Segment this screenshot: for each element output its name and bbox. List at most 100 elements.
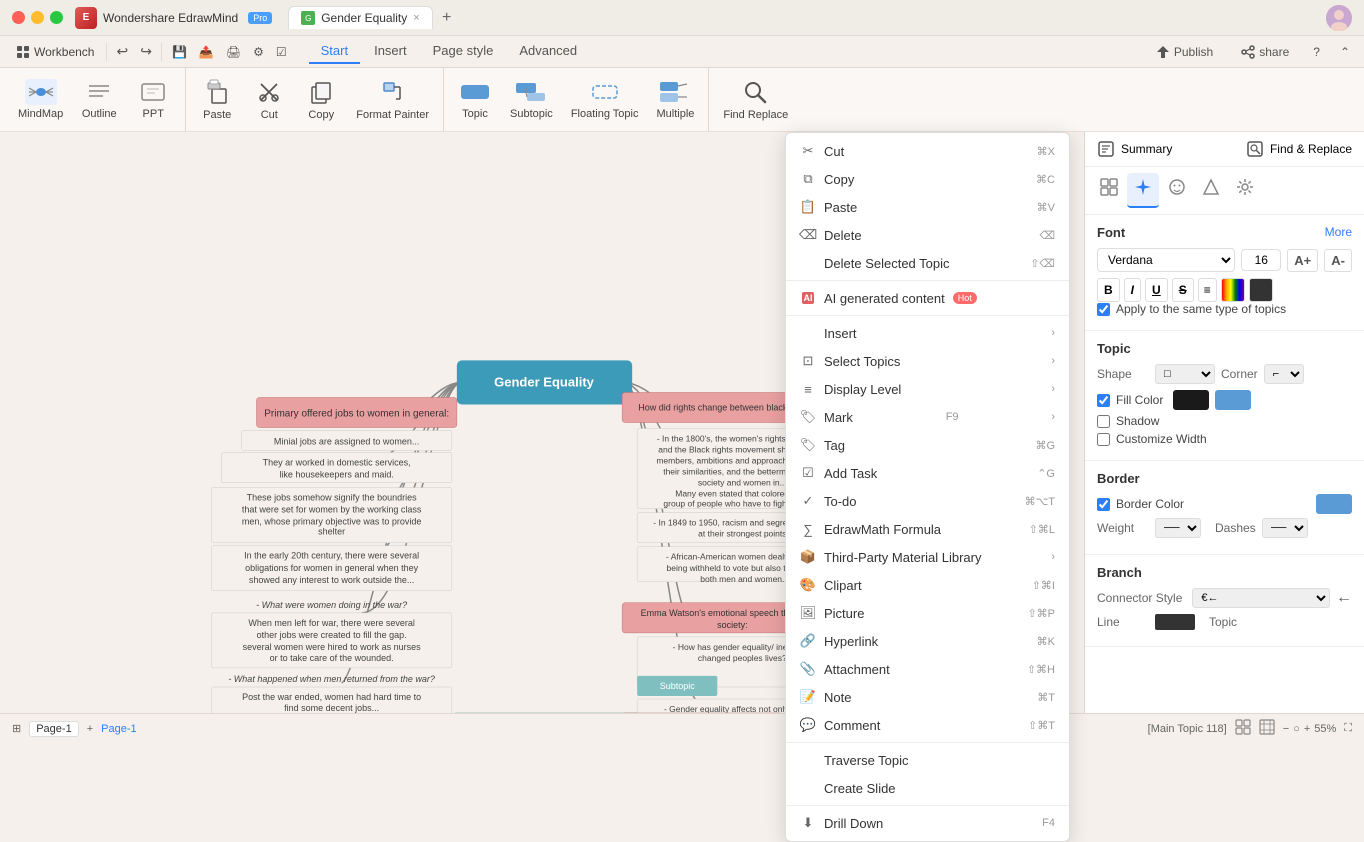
fill-color-blue-swatch[interactable] xyxy=(1215,390,1251,410)
menu-item-todo[interactable]: ✓ To-do ⌘⌥T xyxy=(786,487,1069,515)
panel-tab-shape[interactable] xyxy=(1195,173,1227,208)
menu-item-paste[interactable]: 📋 Paste ⌘V xyxy=(786,193,1069,221)
ppt-view-button[interactable]: PPT xyxy=(127,73,179,126)
workbench-button[interactable]: Workbench xyxy=(8,41,102,63)
tab-page-style[interactable]: Page style xyxy=(421,39,506,64)
menu-item-add-task[interactable]: ☑ Add Task ⌃G xyxy=(786,459,1069,487)
connector-style-select[interactable]: €← xyxy=(1192,588,1330,608)
tab-close-button[interactable]: × xyxy=(413,12,419,24)
border-color-checkbox[interactable] xyxy=(1097,498,1110,511)
menu-item-picture[interactable]: 🖼 Picture ⇧⌘P xyxy=(786,599,1069,627)
align-button[interactable]: ≡ xyxy=(1198,278,1217,302)
menu-item-delete-selected[interactable]: Delete Selected Topic ⇧⌫ xyxy=(786,249,1069,277)
panel-tab-sparkle[interactable] xyxy=(1127,173,1159,208)
menu-item-create-slide[interactable]: Create Slide xyxy=(786,774,1069,802)
new-tab-button[interactable]: + xyxy=(435,6,459,30)
publish-button[interactable]: Publish xyxy=(1146,41,1223,63)
help-button[interactable]: ? xyxy=(1307,42,1326,62)
undo-button[interactable]: ↩ xyxy=(111,40,133,63)
copy-button[interactable]: Copy xyxy=(296,73,346,127)
outline-view-button[interactable]: Outline xyxy=(73,73,125,126)
menu-item-clipart[interactable]: 🎨 Clipart ⇧⌘I xyxy=(786,571,1069,599)
format-painter-button[interactable]: Format Painter xyxy=(348,73,437,127)
paste-button[interactable]: Paste xyxy=(192,73,242,127)
panel-tab-settings[interactable] xyxy=(1229,173,1261,208)
corner-select[interactable]: ⌐ xyxy=(1264,364,1304,384)
zoom-minus-button[interactable]: − xyxy=(1283,723,1289,735)
add-page-button[interactable]: + xyxy=(87,723,93,735)
underline-button[interactable]: U xyxy=(1145,278,1168,302)
menu-item-ai[interactable]: AI AI generated content Hot xyxy=(786,284,1069,312)
panel-tab-layout[interactable] xyxy=(1093,173,1125,208)
menu-item-insert[interactable]: Insert › xyxy=(786,319,1069,347)
print-button[interactable]: 🖨 xyxy=(220,42,247,62)
checkbox-button[interactable]: ☑ xyxy=(270,42,293,62)
apply-same-type-checkbox[interactable] xyxy=(1097,303,1110,316)
strikethrough-button[interactable]: S xyxy=(1172,278,1194,302)
tab-insert[interactable]: Insert xyxy=(362,39,419,64)
minimize-window-button[interactable] xyxy=(31,11,44,24)
menu-item-note[interactable]: 📝 Note ⌘T xyxy=(786,683,1069,711)
shadow-checkbox[interactable] xyxy=(1097,415,1110,428)
view-toggle-button[interactable] xyxy=(1235,719,1251,738)
redo-button[interactable]: ↪ xyxy=(135,40,157,63)
tab-start[interactable]: Start xyxy=(309,39,360,64)
grid-button[interactable] xyxy=(1259,719,1275,738)
subtopic-button[interactable]: Subtopic xyxy=(502,74,561,126)
topic-button[interactable]: Topic xyxy=(450,74,500,126)
line-color-swatch[interactable] xyxy=(1155,614,1195,630)
menu-item-copy[interactable]: ⧉ Copy ⌘C xyxy=(786,165,1069,193)
maximize-window-button[interactable] xyxy=(50,11,63,24)
weight-select[interactable]: ── xyxy=(1155,518,1201,538)
more-button[interactable]: More xyxy=(1325,225,1352,240)
font-size-input[interactable] xyxy=(1241,249,1281,271)
menu-item-select-topics[interactable]: ⊡ Select Topics › xyxy=(786,347,1069,375)
bold-button[interactable]: B xyxy=(1097,278,1120,302)
export-button[interactable]: 📤 xyxy=(193,42,220,62)
zoom-plus-button[interactable]: + xyxy=(1304,723,1310,735)
menu-item-traverse[interactable]: Traverse Topic xyxy=(786,746,1069,774)
font-size-increase-button[interactable]: A+ xyxy=(1287,249,1318,272)
close-window-button[interactable] xyxy=(12,11,25,24)
tab-gender-equality[interactable]: G Gender Equality × xyxy=(288,6,433,29)
fill-color-checkbox[interactable] xyxy=(1097,394,1110,407)
font-size-decrease-button[interactable]: A- xyxy=(1324,249,1352,272)
current-page-indicator[interactable]: Page-1 xyxy=(101,723,136,735)
menu-item-attachment[interactable]: 📎 Attachment ⇧⌘H xyxy=(786,655,1069,683)
menu-item-comment[interactable]: 💬 Comment ⇧⌘T xyxy=(786,711,1069,739)
highlight-color-picker[interactable] xyxy=(1249,278,1273,302)
settings-button[interactable]: ⚙ xyxy=(247,42,270,62)
menu-item-delete[interactable]: ⌫ Delete ⌫ xyxy=(786,221,1069,249)
italic-button[interactable]: I xyxy=(1124,278,1141,302)
menu-item-hyperlink[interactable]: 🔗 Hyperlink ⌘K xyxy=(786,627,1069,655)
multiple-button[interactable]: Multiple xyxy=(648,74,702,126)
menu-item-display-level[interactable]: ≡ Display Level › xyxy=(786,375,1069,403)
dashes-select[interactable]: ── xyxy=(1262,518,1308,538)
menu-item-cut[interactable]: ✂ Cut ⌘X xyxy=(786,137,1069,165)
menu-item-edrawmath[interactable]: ∑ EdrawMath Formula ⇧⌘L xyxy=(786,515,1069,543)
share-button[interactable]: share xyxy=(1231,41,1299,63)
floating-topic-button[interactable]: Floating Topic xyxy=(563,74,647,126)
border-color-swatch[interactable] xyxy=(1316,494,1352,514)
font-color-picker[interactable] xyxy=(1221,278,1245,302)
menu-item-mark[interactable]: 🏷 Mark F9 › xyxy=(786,403,1069,431)
expand-button[interactable]: ⌃ xyxy=(1334,42,1356,62)
menu-item-tag[interactable]: 🏷 Tag ⌘G xyxy=(786,431,1069,459)
panel-tab-emoji[interactable] xyxy=(1161,173,1193,208)
fill-color-black-swatch[interactable] xyxy=(1173,390,1209,410)
shape-select[interactable]: □ xyxy=(1155,364,1215,384)
tab-advanced[interactable]: Advanced xyxy=(507,39,589,64)
summary-label: Summary xyxy=(1121,142,1172,156)
font-name-select[interactable]: Verdana xyxy=(1097,248,1235,272)
save-button[interactable]: 💾 xyxy=(166,42,193,62)
expand-icon[interactable]: ⊞ xyxy=(12,722,21,735)
menu-item-third-party[interactable]: 📦 Third-Party Material Library › xyxy=(786,543,1069,571)
mindmap-view-button[interactable]: MindMap xyxy=(10,73,71,126)
customize-width-checkbox[interactable] xyxy=(1097,433,1110,446)
avatar[interactable] xyxy=(1326,5,1352,31)
page-tab[interactable]: Page-1 xyxy=(29,721,78,737)
find-replace-button[interactable]: Find Replace xyxy=(715,73,796,127)
cut-button[interactable]: Cut xyxy=(244,73,294,127)
fit-screen-button[interactable]: ⛶ xyxy=(1344,722,1352,735)
menu-item-drill-down[interactable]: ⬇ Drill Down F4 xyxy=(786,809,1069,837)
